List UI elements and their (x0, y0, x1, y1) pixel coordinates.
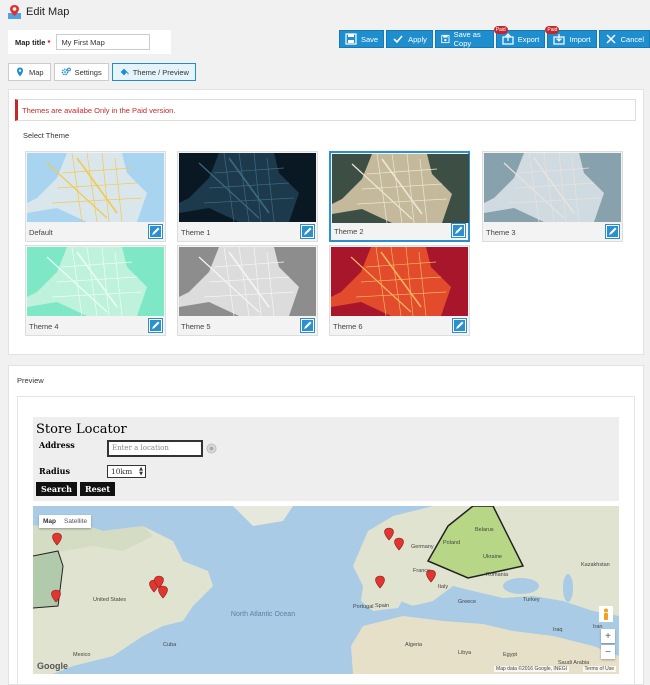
street-view-pegman-icon[interactable] (599, 606, 613, 622)
map-place-label: Ukraine (483, 554, 502, 560)
theme-card-7[interactable]: Theme 6 (329, 245, 470, 336)
edit-theme-icon[interactable] (300, 224, 315, 239)
theme-card-5[interactable]: Theme 4 (25, 245, 166, 336)
map-type-control: Map Satellite (39, 515, 92, 528)
save-as-copy-button[interactable]: Save as Copy (434, 30, 494, 48)
zoom-in-button[interactable]: + (601, 629, 615, 643)
theme-name: Theme 1 (181, 228, 211, 237)
map-pin-icon (8, 5, 21, 19)
import-icon (553, 34, 565, 45)
theme-thumbnail (179, 153, 316, 222)
theme-thumbnail (27, 247, 164, 316)
theme-thumbnail (332, 154, 469, 223)
edit-theme-icon[interactable] (300, 318, 315, 333)
save-button[interactable]: Save (339, 30, 385, 48)
theme-card-4[interactable]: Theme 3 (482, 151, 623, 242)
theme-thumbnail (179, 247, 316, 316)
terms-link[interactable]: Terms of Use (582, 666, 616, 672)
map-title-input[interactable] (56, 34, 151, 50)
map-place-label: Iraq (553, 627, 562, 633)
import-button[interactable]: Paid Import (545, 26, 597, 48)
map-title-section: Map title * (8, 30, 171, 54)
theme-name: Theme 2 (334, 227, 364, 236)
theme-name: Default (29, 228, 53, 237)
map-place-label: Belarus (475, 527, 494, 533)
map-preview[interactable]: North Atlantic Ocean France Poland Belarus… (33, 506, 619, 674)
tab-settings[interactable]: Settings (53, 63, 109, 81)
theme-card-3[interactable]: Theme 2 (329, 151, 470, 242)
paid-badge: Paid (545, 26, 560, 34)
map-type-satellite-button[interactable]: Satellite (60, 515, 91, 528)
map-type-map-button[interactable]: Map (39, 515, 60, 528)
tab-map[interactable]: Map (8, 63, 51, 81)
map-canvas: North Atlantic Ocean France Poland Belarus… (33, 506, 619, 674)
map-attribution: Map data ©2016 Google, INEGI (494, 666, 569, 672)
spinner-arrows-icon: ▲ ▼ (139, 465, 143, 477)
paid-badge: Paid (493, 26, 508, 34)
theme-card-6[interactable]: Theme 5 (177, 245, 318, 336)
map-place-label: Mexico (73, 652, 90, 658)
map-marker-icon (17, 67, 23, 77)
floppy-disk-icon (345, 33, 357, 45)
checkmark-icon (393, 35, 403, 44)
edit-theme-icon[interactable] (451, 223, 466, 238)
export-icon (502, 33, 514, 45)
export-button[interactable]: Paid Export (493, 26, 546, 48)
theme-card-2[interactable]: Theme 1 (177, 151, 318, 242)
close-icon (606, 34, 616, 44)
theme-thumbnail (331, 247, 468, 316)
ocean-label: North Atlantic Ocean (231, 611, 295, 618)
google-logo: Google (37, 661, 68, 671)
address-label: Address (39, 440, 75, 450)
map-place-label: Cuba (163, 642, 177, 648)
geolocate-icon[interactable] (206, 443, 217, 454)
reset-button[interactable]: Reset (80, 482, 115, 496)
gears-icon (61, 67, 71, 76)
search-button[interactable]: Search (36, 482, 77, 496)
page-title: Edit Map (26, 5, 70, 18)
edit-theme-icon[interactable] (148, 318, 163, 333)
map-place-label: Libya (458, 650, 472, 656)
map-place-label: France (413, 568, 430, 574)
cancel-button[interactable]: Cancel (598, 30, 650, 48)
map-place-label: Portugal (353, 604, 374, 610)
select-theme-label: Select Theme (23, 131, 70, 140)
edit-theme-icon[interactable] (605, 224, 620, 239)
map-place-label: Spain (375, 603, 389, 609)
location-input[interactable]: Enter a location (107, 440, 203, 457)
tab-theme-preview[interactable]: Theme / Preview (111, 63, 196, 81)
edit-theme-icon[interactable] (452, 318, 467, 333)
map-place-label: Italy (438, 584, 448, 590)
paint-bucket-icon (120, 68, 129, 76)
map-place-label: United States (93, 597, 126, 603)
zoom-out-button[interactable]: − (601, 645, 615, 659)
map-title-label: Map title * (15, 37, 51, 47)
theme-thumbnail (27, 153, 164, 222)
toolbar: Save Apply Save as Copy Paid Export Paid… (339, 26, 650, 48)
preview-label: Preview (17, 376, 44, 385)
page-header: Edit Map (8, 4, 69, 19)
map-place-label: Egypt (503, 652, 518, 658)
theme-card-1[interactable]: Default (25, 151, 166, 242)
theme-name: Theme 6 (333, 322, 363, 331)
radius-select[interactable]: 10km ▲ ▼ (107, 465, 146, 478)
theme-name: Theme 5 (181, 322, 211, 331)
paid-notice: Themes are availabe Only in the Paid ver… (15, 99, 636, 121)
map-place-label: Turkey (523, 597, 540, 603)
map-place-label: Greece (458, 599, 476, 605)
map-place-label: Germany (411, 544, 434, 550)
theme-name: Theme 3 (486, 228, 516, 237)
edit-theme-icon[interactable] (148, 224, 163, 239)
apply-button[interactable]: Apply (386, 30, 433, 48)
editor-tabs: Map Settings Theme / Preview (8, 63, 196, 81)
map-place-label: Kazakhstan (581, 562, 610, 568)
map-place-label: Romania (486, 572, 509, 578)
map-place-label: Algeria (405, 642, 423, 648)
theme-name: Theme 4 (29, 322, 59, 331)
copy-disk-icon (441, 34, 450, 44)
theme-thumbnail (484, 153, 621, 222)
radius-label: Radius (39, 466, 70, 476)
map-place-label: Poland (443, 540, 460, 546)
store-locator-title: Store Locator (36, 422, 127, 437)
